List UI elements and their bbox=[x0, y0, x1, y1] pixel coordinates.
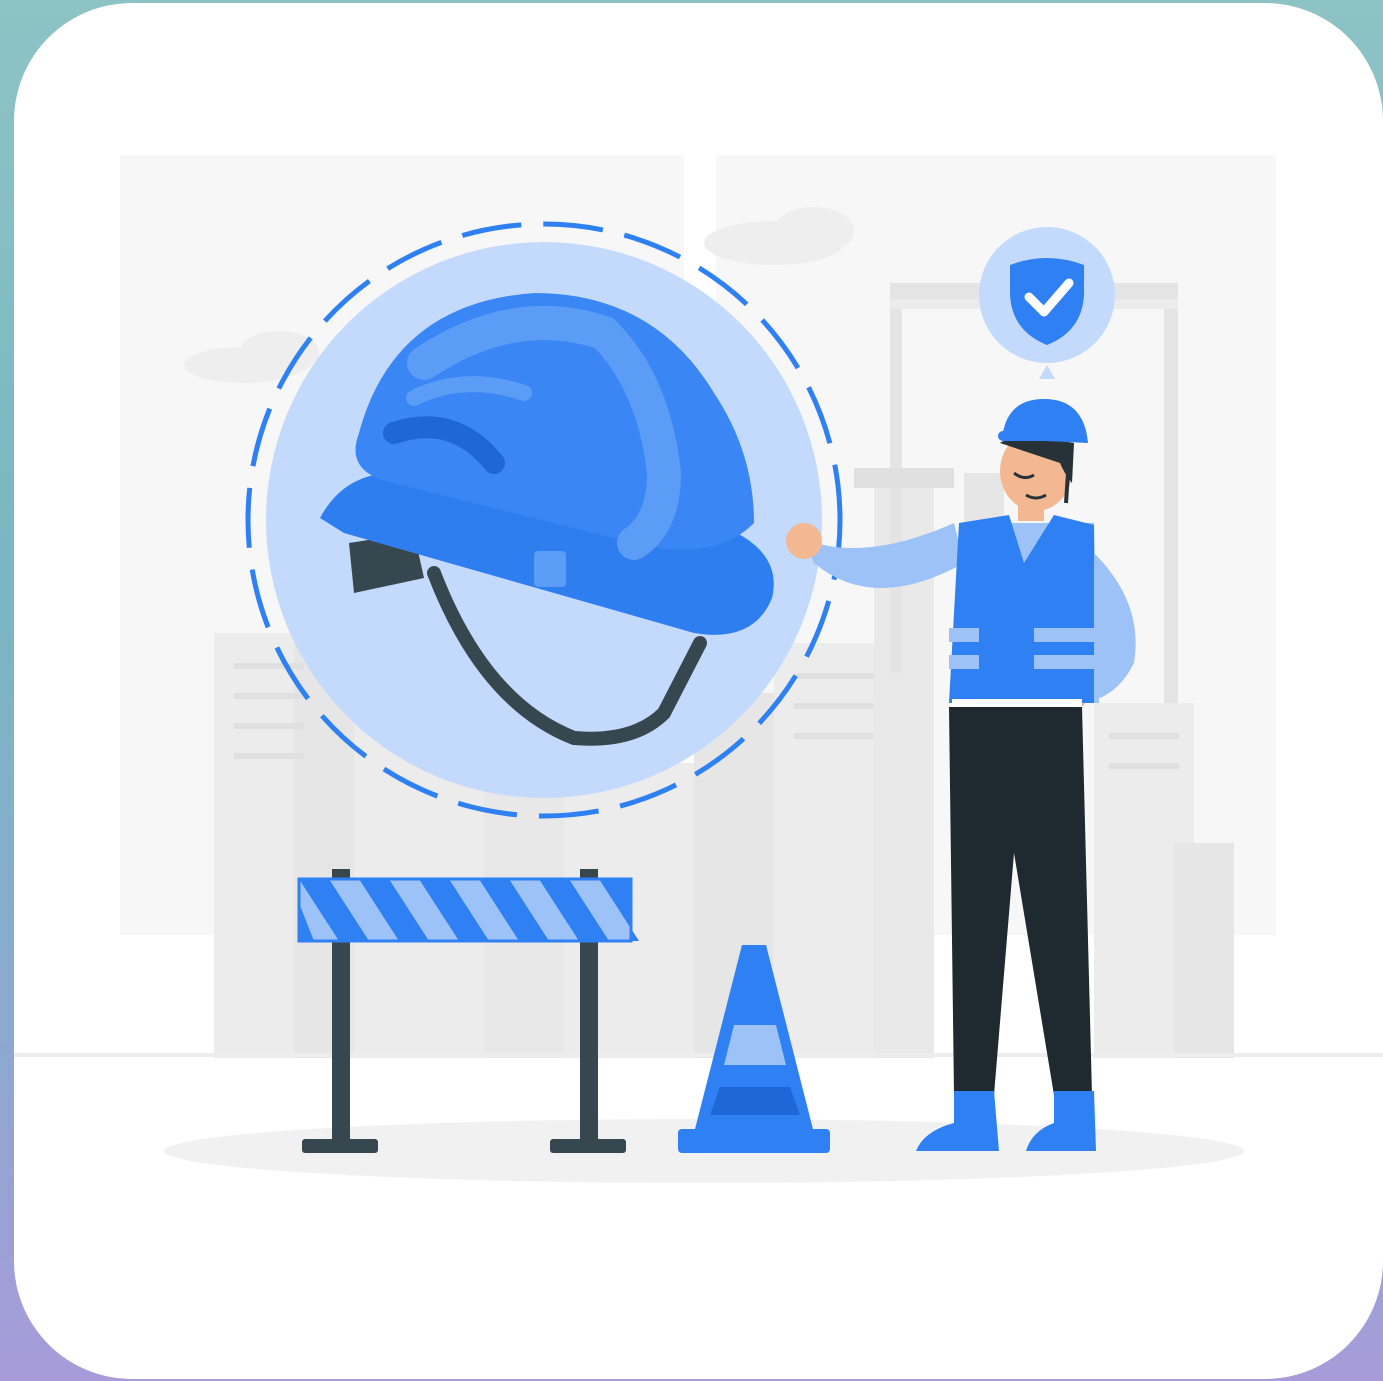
illustration-card bbox=[14, 3, 1383, 1379]
background-frame bbox=[0, 0, 1383, 1381]
safety-illustration bbox=[14, 155, 1383, 1183]
